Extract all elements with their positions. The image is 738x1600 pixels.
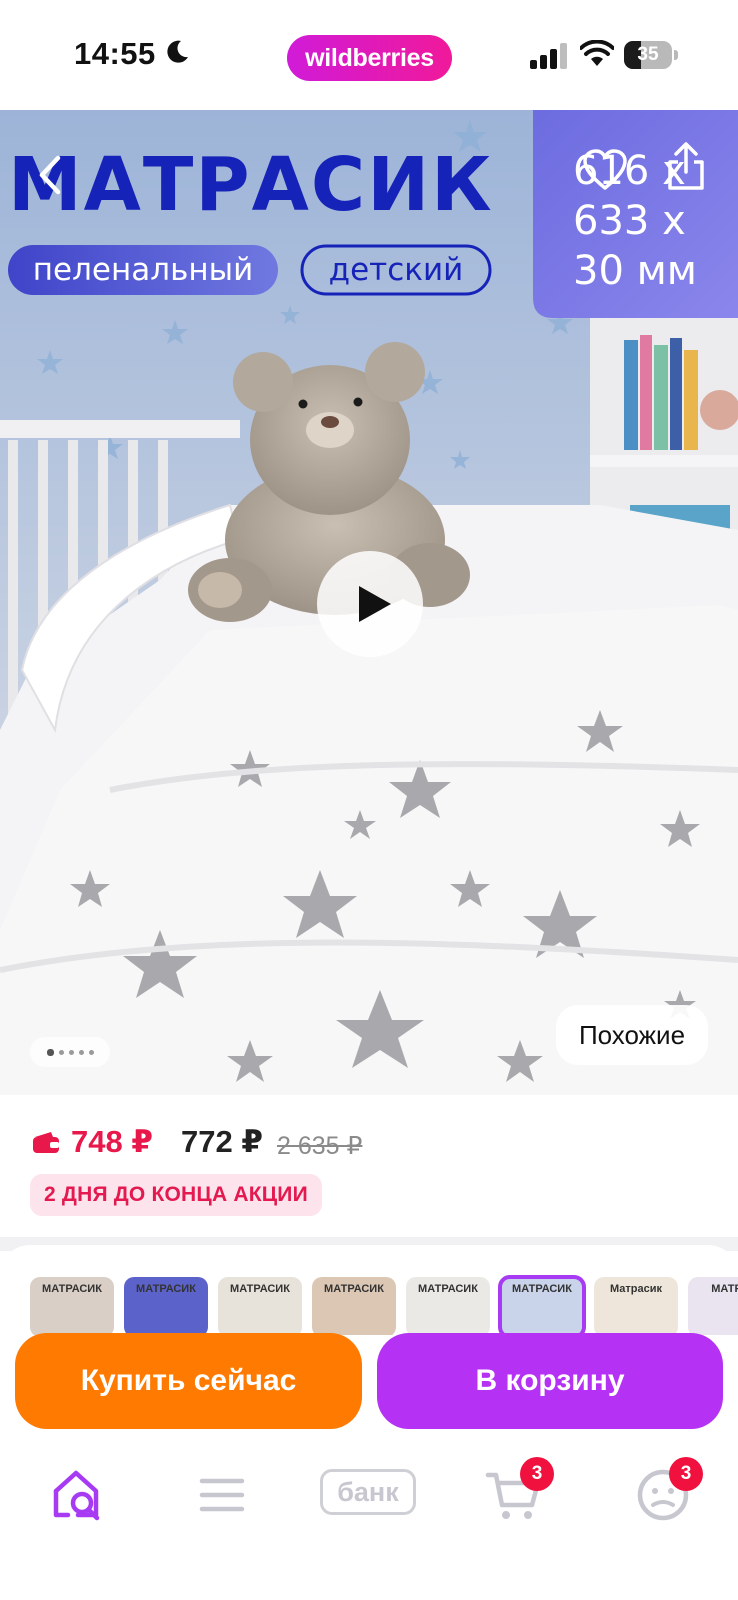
promo-countdown-badge: 2 ДНЯ ДО КОНЦА АКЦИИ	[30, 1174, 322, 1216]
catalog-menu-icon[interactable]	[192, 1465, 252, 1525]
play-video-button[interactable]	[317, 551, 423, 657]
similar-products-button[interactable]: Похожие	[556, 1005, 708, 1065]
image-pager	[30, 1037, 110, 1067]
pager-dot	[88, 1049, 94, 1055]
status-bar: 14:55 wildberries 35	[0, 0, 738, 110]
purchase-actions: Купить сейчас В корзину	[0, 1315, 738, 1435]
nav-bank[interactable]: банк	[320, 1469, 416, 1515]
moon-icon	[167, 40, 188, 63]
wifi-icon	[580, 40, 614, 66]
price-card: 748 ₽ 772 ₽ 2 635 ₽ 2 ДНЯ ДО КОНЦА АКЦИИ	[0, 1095, 738, 1237]
pager-dot	[78, 1049, 84, 1055]
nav-profile[interactable]: 3	[633, 1457, 703, 1525]
nav-cart[interactable]: 3	[484, 1457, 554, 1525]
tag-primary: пеленальный	[33, 252, 253, 288]
pager-dot	[58, 1049, 64, 1055]
app-brand-pill[interactable]: wildberries	[287, 35, 452, 81]
add-to-cart-button[interactable]: В корзину	[377, 1333, 723, 1429]
old-price: 2 635 ₽	[277, 1132, 363, 1160]
pager-dot	[46, 1048, 54, 1056]
bottom-navigation: банк 3 3	[0, 1435, 738, 1600]
back-chevron-icon[interactable]	[30, 150, 70, 200]
battery-level: 35	[637, 44, 659, 65]
cart-count-badge: 3	[520, 1457, 554, 1491]
thumbnail-label: МАТРАСИК	[418, 1283, 478, 1295]
thumbnail-label: МАТРАСИК	[42, 1283, 102, 1295]
wallet-price: 748 ₽	[71, 1124, 153, 1159]
battery-icon: 35	[624, 41, 678, 69]
buy-now-button[interactable]: Купить сейчас	[15, 1333, 362, 1429]
thumbnail-label: МАТРАСИК	[512, 1283, 572, 1295]
status-time: 14:55	[74, 36, 156, 71]
share-icon[interactable]	[664, 140, 708, 192]
size-line-3: 30 мм	[573, 248, 697, 294]
home-search-icon[interactable]	[48, 1465, 108, 1525]
tag-secondary: детский	[329, 252, 464, 288]
cellular-signal-icon	[530, 43, 567, 69]
product-image-gallery[interactable]: МАТРАСИК пеленальный детский 616 x 633 x…	[0, 110, 738, 1095]
wallet-icon	[33, 1132, 59, 1153]
banner-title: МАТРАСИК	[8, 142, 494, 228]
thumbnail-label: МАТРА	[711, 1283, 738, 1295]
thumbnail-label: МАТРАСИК	[324, 1283, 384, 1295]
thumbnail-label: МАТРАСИК	[230, 1283, 290, 1295]
regular-price: 772 ₽	[181, 1124, 263, 1159]
thumbnail-label: Матрасик	[609, 1283, 663, 1295]
profile-notification-badge: 3	[669, 1457, 703, 1491]
thumbnail-label: МАТРАСИК	[136, 1283, 196, 1295]
favorite-heart-icon[interactable]	[582, 148, 628, 192]
pager-dot	[68, 1049, 74, 1055]
size-line-2: 633 x	[573, 198, 686, 244]
